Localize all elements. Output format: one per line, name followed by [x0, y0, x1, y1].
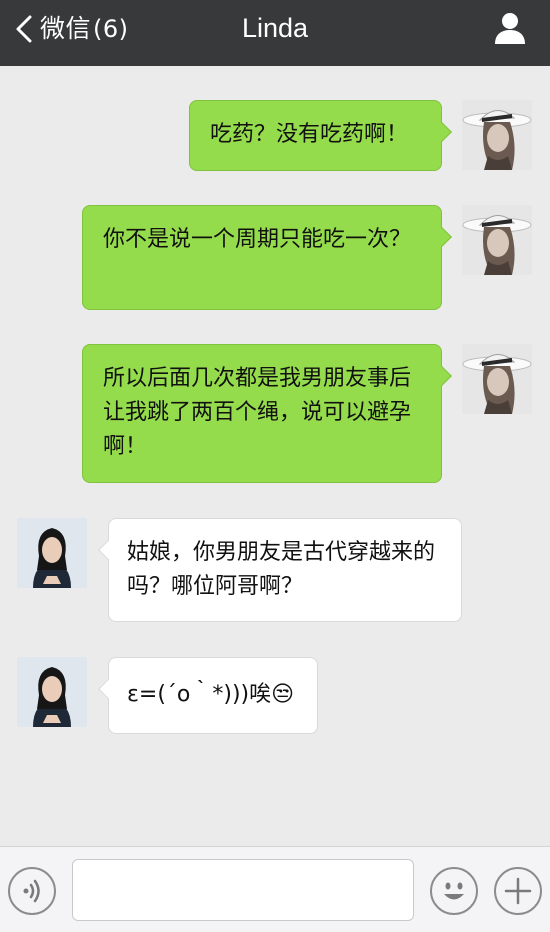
emoji-button[interactable] — [430, 867, 478, 915]
message-text: 姑娘，你男朋友是古代穿越来的吗？哪位阿哥啊？ — [127, 540, 436, 599]
avatar-self[interactable] — [462, 344, 532, 414]
more-button[interactable] — [494, 867, 542, 915]
avatar-contact[interactable] — [17, 518, 87, 588]
bubble-tail — [432, 366, 452, 386]
avatar-self[interactable] — [462, 100, 532, 170]
bubble-tail — [98, 679, 118, 699]
contact-name: Linda — [241, 13, 309, 43]
message-text: 你不是说一个周期只能吃一次？ — [103, 227, 412, 252]
smiley-icon — [444, 882, 464, 900]
profile-button[interactable] — [492, 10, 528, 46]
voice-button[interactable] — [8, 867, 56, 915]
avatar-self-image — [462, 100, 532, 170]
message-bubble[interactable]: 吃药？没有吃药啊！ — [189, 100, 452, 171]
message-input[interactable] — [72, 859, 414, 921]
avatar-contact[interactable] — [17, 657, 87, 727]
bubble-tail — [98, 540, 118, 560]
voice-icon — [23, 879, 40, 903]
avatar-contact-image — [17, 518, 87, 588]
message-bubble[interactable]: 姑娘，你男朋友是古代穿越来的吗？哪位阿哥啊？ — [98, 518, 462, 622]
message-text: ε=(´ο｀*)))唉😒 — [127, 682, 295, 707]
avatar-contact-image — [17, 657, 87, 727]
avatar-self-image — [462, 344, 532, 414]
avatar-self[interactable] — [462, 205, 532, 275]
message-bubble[interactable]: 所以后面几次都是我男朋友事后让我跳了两百个绳，说可以避孕啊！ — [82, 344, 452, 483]
chat-area[interactable]: 吃药？没有吃药啊！ 你不是说一个周期只能吃一次？ 所以后面几次都是我男朋友事后让… — [0, 66, 550, 846]
bubble-tail — [432, 227, 452, 247]
person-icon — [495, 13, 525, 44]
message-text: 所以后面几次都是我男朋友事后让我跳了两百个绳，说可以避孕啊！ — [103, 366, 412, 459]
chat-header: 微信 (6) Linda — [0, 0, 550, 66]
message-text: 吃药？没有吃药啊！ — [210, 122, 409, 147]
input-bar — [0, 846, 550, 932]
bubble-tail — [432, 122, 452, 142]
avatar-self-image — [462, 205, 532, 275]
message-bubble[interactable]: ε=(´ο｀*)))唉😒 — [98, 657, 318, 734]
plus-icon — [504, 877, 532, 905]
message-bubble[interactable]: 你不是说一个周期只能吃一次？ — [82, 205, 452, 310]
